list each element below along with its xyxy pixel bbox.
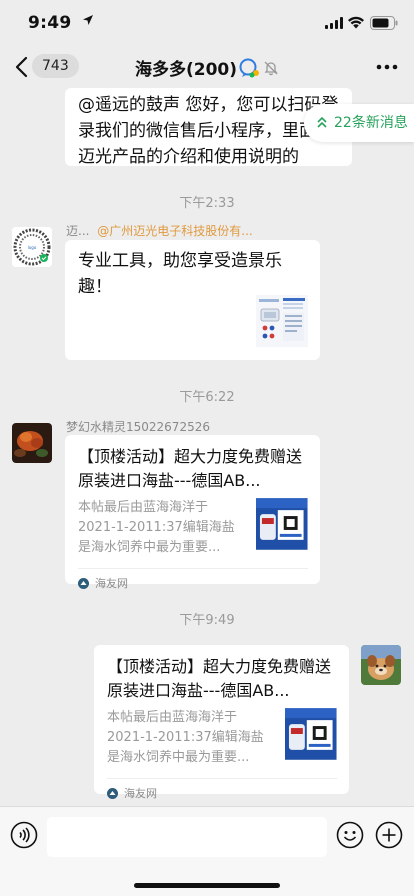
link-title: 【顶楼活动】超大力度免费赠送原装进口海盐---德国AB... xyxy=(107,657,332,700)
dog-photo-avatar xyxy=(361,645,401,685)
plus-icon[interactable] xyxy=(375,821,403,849)
source-logo-icon xyxy=(107,787,118,799)
time-separator: 下午9:49 xyxy=(179,613,235,628)
link-source: 海友网 xyxy=(78,575,308,591)
time-separator: 下午6:22 xyxy=(179,390,235,405)
cellular-signal-icon xyxy=(325,17,343,29)
input-bar xyxy=(0,806,414,896)
link-thumbnail xyxy=(256,498,308,550)
battery-icon xyxy=(370,16,398,30)
source-logo-icon xyxy=(78,577,89,589)
wifi-icon xyxy=(348,16,364,29)
status-time: 9:49 xyxy=(28,13,72,33)
message-text: 专业工具，助您享受造景乐趣！ xyxy=(78,251,282,297)
link-description: 本帖最后由蓝海海洋于 2021-1-2011:37编辑海盐是海水饲养中最为重要.… xyxy=(78,500,235,555)
new-messages-button[interactable]: 22条新消息 xyxy=(304,104,414,142)
double-chevron-up-icon xyxy=(317,116,327,128)
link-thumbnail xyxy=(285,708,337,760)
chat-title-text: 海多多(200) xyxy=(134,60,238,80)
message-text: @遥远的鼓声 您好，您可以扫码登录我们的微信售后小程序，里面有迈光产品的介绍和使… xyxy=(78,95,339,166)
link-divider xyxy=(78,568,308,569)
voice-icon[interactable] xyxy=(10,821,38,849)
time-separator: 下午2:33 xyxy=(179,196,235,211)
qr-code-avatar: logo xyxy=(12,227,52,267)
sender-name: 迈... @广州迈光电子科技股份有... xyxy=(66,222,253,239)
message-bubble[interactable]: 专业工具，助您享受造景乐趣！ xyxy=(65,240,320,360)
avatar[interactable]: logo xyxy=(12,227,52,267)
chat-title: 海多多(200) xyxy=(0,55,414,80)
link-divider xyxy=(107,778,337,779)
more-icon[interactable] xyxy=(376,64,398,70)
new-messages-label: 22条新消息 xyxy=(334,115,408,131)
link-card[interactable]: 【顶楼活动】超大力度免费赠送原装进口海盐---德国AB... 本帖最后由蓝海海洋… xyxy=(94,645,349,800)
link-source-name: 海友网 xyxy=(95,577,128,590)
chat-header: 743 海多多(200) xyxy=(0,46,414,88)
link-source-name: 海友网 xyxy=(124,787,157,800)
home-indicator[interactable] xyxy=(134,883,280,888)
location-arrow-icon xyxy=(83,15,93,25)
message-input[interactable] xyxy=(47,817,327,857)
mute-bell-icon xyxy=(264,61,278,75)
link-source: 海友网 xyxy=(107,785,337,801)
avatar[interactable] xyxy=(12,423,52,463)
product-image xyxy=(256,295,308,347)
chat-badge-icon xyxy=(239,58,260,77)
my-avatar[interactable] xyxy=(361,645,401,685)
status-bar: 9:49 xyxy=(0,0,414,46)
emoji-icon[interactable] xyxy=(336,821,364,849)
svg-text:logo: logo xyxy=(28,245,37,250)
link-card[interactable]: 【顶楼活动】超大力度免费赠送原装进口海盐---德国AB... 本帖最后由蓝海海洋… xyxy=(65,435,320,590)
sender-name: 梦幻水精灵15022672526 xyxy=(66,420,210,434)
link-description: 本帖最后由蓝海海洋于 2021-1-2011:37编辑海盐是海水饲养中最为重要.… xyxy=(107,710,264,765)
sender-group-name: @广州迈光电子科技股份有... xyxy=(97,224,253,238)
coral-photo-avatar xyxy=(12,423,52,463)
link-title: 【顶楼活动】超大力度免费赠送原装进口海盐---德国AB... xyxy=(78,447,303,490)
sender-nickname: 迈... xyxy=(66,224,90,238)
